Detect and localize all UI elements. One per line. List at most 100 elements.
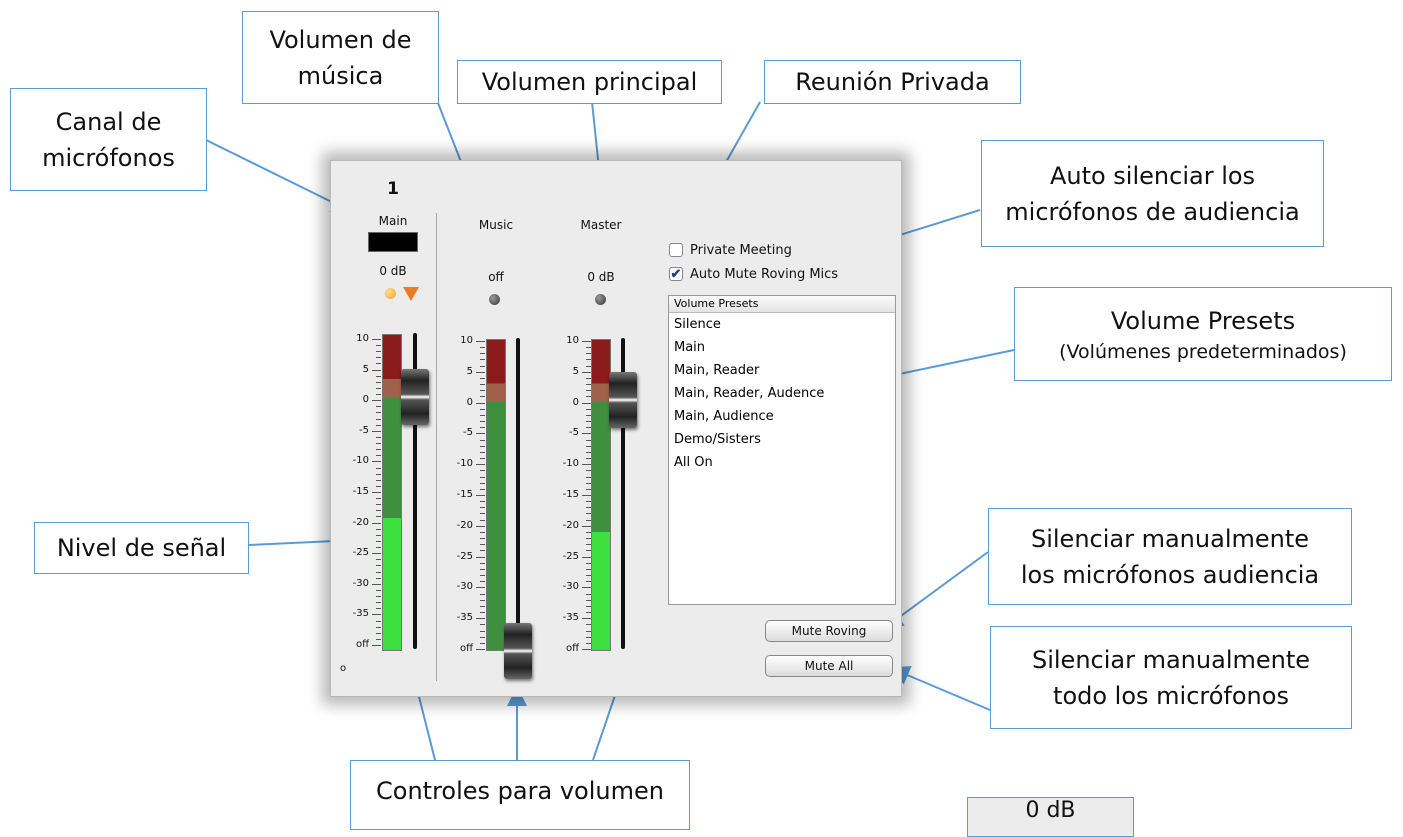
scale-minor-tick [480, 427, 485, 429]
fader-knob-music[interactable] [504, 623, 532, 679]
scale-minor-tick [376, 547, 381, 549]
mute-roving-button[interactable]: Mute Roving [765, 620, 893, 642]
callout-text: Nivel de señal [56, 534, 227, 562]
callout-text: los micrófonos audiencia [1020, 560, 1320, 589]
scale-tick [476, 525, 485, 527]
scale-minor-tick [376, 351, 381, 353]
preset-item[interactable]: Main, Audience [669, 405, 895, 428]
scale-minor-tick [480, 377, 485, 379]
scale-minor-tick [376, 602, 381, 604]
scale-tick [582, 433, 591, 435]
scale-master: 10 5 0 -5 -10 -15 -20 -25 -30 -35 off [563, 161, 591, 698]
status-led-icon [489, 294, 500, 305]
signal-meter-master-level [592, 532, 610, 650]
scale-tick [582, 402, 591, 404]
callout-text: Volumen principal [481, 68, 698, 96]
scale-main: 10 5 0 -5 -10 -15 -20 -25 -30 -35 off [353, 161, 381, 698]
preset-item[interactable]: Silence [669, 313, 895, 336]
fader-knob-main[interactable] [401, 369, 429, 425]
status-led-icon [595, 294, 606, 305]
scale-number: off [355, 639, 369, 650]
scale-tick [476, 433, 485, 435]
preset-item[interactable]: All On [669, 451, 895, 474]
preset-item[interactable]: Main, Reader, Audence [669, 382, 895, 405]
scale-number: -30 [562, 581, 579, 593]
scale-tick [372, 553, 381, 555]
scale-minor-tick [376, 540, 381, 542]
scale-number: 0 [362, 394, 369, 406]
scale-tick [582, 525, 591, 527]
scale-tick [476, 556, 485, 558]
scale-minor-tick [376, 345, 381, 347]
scale-minor-tick [480, 353, 485, 355]
callout-text: Volumen de [269, 25, 412, 54]
preset-item[interactable]: Demo/Sisters [669, 428, 895, 451]
scale-tick [476, 341, 485, 342]
scale-tick [372, 614, 381, 616]
scale-number: -20 [456, 519, 473, 531]
callout-text: micrófonos [42, 143, 175, 172]
scale-number: off [565, 643, 579, 654]
scale-minor-tick [376, 443, 381, 445]
scale-tick [582, 464, 591, 466]
scale-minor-tick [480, 599, 485, 601]
callout-silenciar-roving: Silenciar manualmente los micrófonos aud… [988, 508, 1352, 605]
mute-all-button[interactable]: Mute All [765, 655, 893, 677]
scale-minor-tick [480, 575, 485, 577]
preset-item[interactable]: Main [669, 336, 895, 359]
scale-number: 0 [466, 396, 473, 408]
scale-number: -30 [352, 577, 369, 589]
callout-text: Auto silenciar los [1049, 161, 1256, 190]
scale-tick [582, 495, 591, 496]
scale-number: -5 [463, 427, 473, 439]
callout-volumen-principal: Volumen principal [457, 60, 722, 104]
scale-minor-tick [480, 482, 485, 484]
scale-minor-tick [376, 406, 381, 408]
scale-minor-tick [480, 488, 485, 490]
scale-tick [372, 492, 381, 493]
signal-meter-main [382, 334, 402, 651]
scale-minor-tick [480, 531, 485, 533]
scale-minor-tick [480, 513, 485, 515]
scale-number: -15 [456, 489, 473, 500]
callout-canal-microfonos: Canal de micrófonos [10, 88, 207, 191]
scale-minor-tick [376, 418, 381, 420]
private-meeting-checkbox[interactable] [669, 243, 683, 257]
scale-minor-tick [480, 642, 485, 644]
scale-minor-tick [376, 436, 381, 438]
private-meeting-label[interactable]: Private Meeting [690, 243, 792, 258]
fader-knob-master[interactable] [609, 372, 637, 428]
scale-minor-tick [480, 581, 485, 583]
callout-text: micrófonos de audiencia [1005, 197, 1300, 226]
zoom-inset-text: 0 dB [1025, 798, 1076, 823]
scale-tick [372, 522, 381, 524]
scale-minor-tick [480, 408, 485, 410]
scale-tick [476, 618, 485, 620]
auto-mute-label[interactable]: Auto Mute Roving Mics [690, 267, 838, 282]
scale-tick [582, 618, 591, 620]
preset-item[interactable]: Main, Reader [669, 359, 895, 382]
scale-minor-tick [480, 501, 485, 503]
scale-number: -10 [456, 458, 473, 470]
signal-meter-main-level [383, 517, 401, 650]
callout-reunion-privada: Reunión Privada [764, 60, 1021, 104]
scale-minor-tick [376, 357, 381, 359]
scale-minor-tick [376, 632, 381, 634]
scale-minor-tick [480, 612, 485, 614]
scale-minor-tick [376, 577, 381, 579]
scale-minor-tick [480, 593, 485, 595]
scale-minor-tick [480, 624, 485, 626]
checkmark-icon: ✔ [670, 266, 682, 281]
scale-tick [582, 587, 591, 589]
auto-mute-checkbox[interactable]: ✔ [669, 267, 683, 281]
scale-number: 10 [460, 335, 473, 346]
scale-number: off [459, 643, 473, 654]
scale-minor-tick [480, 347, 485, 349]
scale-tick [372, 430, 381, 432]
callout-volumen-musica: Volumen de música [242, 11, 439, 104]
scale-minor-tick [376, 394, 381, 396]
scale-number: -10 [562, 458, 579, 470]
scale-minor-tick [376, 449, 381, 451]
scale-minor-tick [480, 544, 485, 546]
volume-presets-list: Volume Presets Silence Main Main, Reader… [668, 295, 896, 605]
